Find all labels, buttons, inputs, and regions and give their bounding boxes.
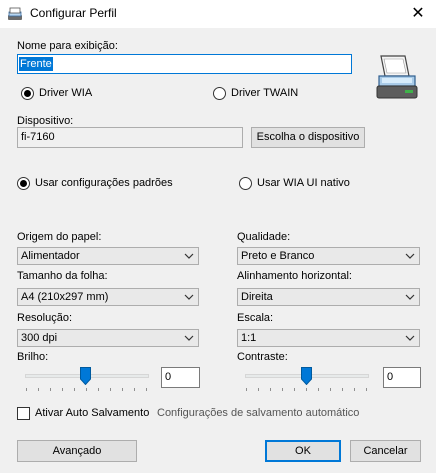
use-native-ui-radio[interactable]	[239, 177, 252, 190]
quality-label: Qualidade:	[237, 231, 291, 243]
h-align-value: Direita	[241, 291, 273, 303]
use-native-ui-label[interactable]: Usar WIA UI nativo	[257, 177, 350, 189]
driver-twain-radio[interactable]	[213, 87, 226, 100]
chevron-down-icon	[405, 294, 415, 300]
scanner-app-icon	[7, 6, 23, 22]
chevron-down-icon	[405, 335, 415, 341]
display-name-input[interactable]: Frente	[17, 54, 352, 74]
ok-button[interactable]: OK	[265, 440, 341, 462]
resolution-value: 300 dpi	[21, 332, 58, 344]
advanced-button[interactable]: Avançado	[17, 440, 137, 462]
use-default-settings-label[interactable]: Usar configurações padrões	[35, 177, 173, 189]
page-size-label: Tamanho da folha:	[17, 270, 108, 282]
device-label: Dispositivo:	[17, 115, 74, 127]
brightness-label: Brilho:	[17, 351, 49, 363]
window-title: Configurar Perfil	[30, 6, 117, 20]
contrast-input[interactable]: 0	[383, 367, 421, 388]
resolution-select[interactable]: 300 dpi	[17, 329, 199, 347]
cancel-button[interactable]: Cancelar	[350, 440, 421, 462]
display-name-value: Frente	[19, 57, 53, 71]
paper-source-select[interactable]: Alimentador	[17, 247, 199, 265]
brightness-input[interactable]: 0	[161, 367, 200, 388]
scale-select[interactable]: 1:1	[237, 329, 420, 347]
contrast-slider-ticks	[245, 388, 373, 392]
chevron-down-icon	[184, 253, 194, 259]
h-align-label: Alinhamento horizontal:	[237, 270, 352, 282]
scale-label: Escala:	[237, 312, 274, 324]
auto-save-checkbox[interactable]	[17, 407, 30, 420]
choose-device-button[interactable]: Escolha o dispositivo	[251, 127, 365, 148]
driver-wia-radio[interactable]	[21, 87, 34, 100]
paper-source-label: Origem do papel:	[17, 231, 102, 243]
scale-value: 1:1	[241, 332, 257, 344]
device-field: fi-7160	[17, 127, 243, 148]
paper-source-value: Alimentador	[21, 250, 80, 262]
h-align-select[interactable]: Direita	[237, 288, 420, 306]
quality-select[interactable]: Preto e Branco	[237, 247, 420, 265]
chevron-down-icon	[405, 253, 415, 259]
display-name-label: Nome para exibição:	[17, 40, 118, 52]
resolution-label: Resolução:	[17, 312, 73, 324]
chevron-down-icon	[184, 335, 194, 341]
chevron-down-icon	[184, 294, 194, 300]
page-size-value: A4 (210x297 mm)	[21, 291, 109, 303]
page-size-select[interactable]: A4 (210x297 mm)	[17, 288, 199, 306]
scanner-icon	[375, 52, 419, 102]
auto-save-label[interactable]: Ativar Auto Salvamento	[35, 407, 149, 419]
contrast-slider-thumb[interactable]	[301, 367, 312, 388]
brightness-slider-ticks	[25, 388, 153, 392]
use-default-settings-radio[interactable]	[17, 177, 30, 190]
contrast-label: Contraste:	[237, 351, 288, 363]
quality-value: Preto e Branco	[241, 250, 315, 262]
auto-save-settings-link[interactable]: Configurações de salvamento automático	[157, 407, 359, 419]
brightness-slider-thumb[interactable]	[80, 367, 91, 388]
driver-twain-label[interactable]: Driver TWAIN	[231, 87, 298, 99]
close-icon[interactable]: ✕	[406, 3, 430, 25]
driver-wia-label[interactable]: Driver WIA	[39, 87, 92, 99]
